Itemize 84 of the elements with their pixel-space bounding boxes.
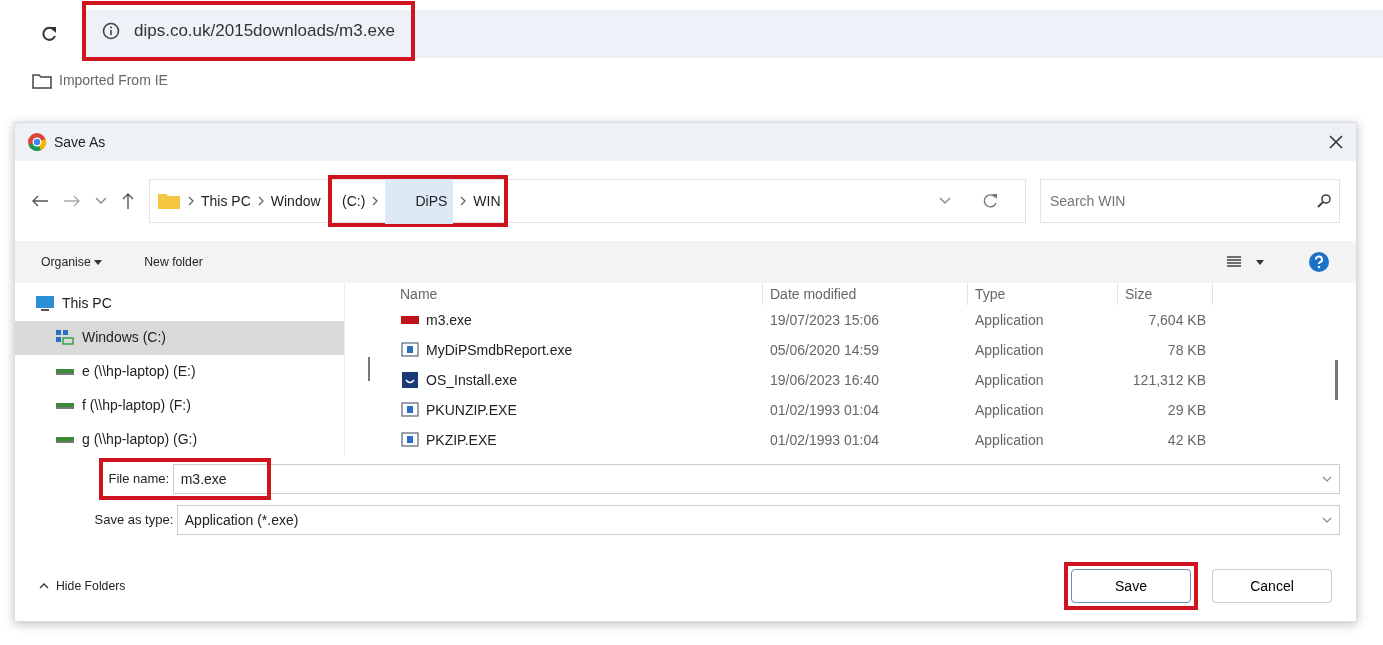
size-cell-text: 42 KB: [1166, 430, 1207, 450]
chevron-down-icon[interactable]: [1322, 476, 1332, 482]
dropdown-caret-icon: [94, 259, 103, 265]
breadcrumb-item[interactable]: This PC: [201, 190, 251, 212]
bookmark-folder[interactable]: Imported From IE: [32, 70, 168, 91]
save-as-type-field[interactable]: Application (*.exe): [176, 505, 1340, 535]
organise-menu[interactable]: Organise: [41, 252, 103, 272]
column-header[interactable]: Name: [393, 284, 763, 305]
network-drive-icon: [56, 402, 74, 409]
new-folder-button[interactable]: New folder: [144, 252, 203, 272]
file-name-field[interactable]: m3.exe: [172, 464, 1340, 494]
drive-icon: [55, 329, 75, 346]
column-header[interactable]: Size: [1118, 284, 1213, 305]
close-icon[interactable]: [1328, 134, 1344, 150]
forward-arrow-icon[interactable]: [63, 194, 81, 208]
reload-icon[interactable]: [40, 25, 58, 43]
size-cell-text: 7,604 KB: [1147, 310, 1207, 330]
chevron-down-icon[interactable]: [1322, 517, 1332, 523]
application-icon: [401, 401, 419, 419]
breadcrumb-item[interactable]: WIN: [473, 190, 501, 212]
date-cell-text: 01/02/1993 01:04: [769, 400, 880, 420]
search-icon: [1316, 193, 1332, 209]
chrome-logo-icon: [27, 132, 47, 152]
application-icon: [401, 431, 419, 449]
breadcrumb-item[interactable]: DiPS: [385, 178, 454, 224]
file-name-label: File name:: [107, 470, 171, 489]
type-cell-text: Application: [974, 400, 1045, 420]
installer-icon: [401, 371, 419, 389]
type-cell-text: Application: [974, 310, 1045, 330]
save-as-type-label: Save as type:: [93, 511, 175, 530]
hide-folders-button[interactable]: Hide Folders: [39, 576, 126, 596]
file-name-cell[interactable]: MyDiPSmdbReport.exe: [393, 339, 763, 361]
splitter-handle-icon[interactable]: [367, 357, 371, 381]
chevron-up-icon: [39, 583, 49, 589]
tree-item[interactable]: f (\\hp-laptop) (F:): [15, 388, 344, 423]
network-drive-icon: [56, 368, 74, 375]
column-header[interactable]: Type: [968, 284, 1118, 305]
folder-icon: [32, 72, 52, 89]
chevron-down-icon[interactable]: [95, 197, 107, 205]
refresh-icon[interactable]: [982, 193, 998, 209]
dropdown-caret-icon[interactable]: [1256, 259, 1264, 265]
breadcrumb-item[interactable]: (C:): [342, 190, 366, 212]
chevron-right-icon: [372, 196, 379, 206]
size-cell-text: 121,312 KB: [1131, 370, 1207, 390]
view-list-icon[interactable]: [1226, 255, 1242, 269]
column-header[interactable]: Date modified: [763, 284, 968, 305]
scrollbar-thumb-icon[interactable]: [1334, 360, 1338, 400]
file-name-cell[interactable]: m3.exe: [393, 309, 763, 331]
cancel-button[interactable]: Cancel: [1212, 569, 1332, 603]
monitor-icon: [35, 295, 55, 312]
date-cell-text: 19/07/2023 15:06: [769, 310, 880, 330]
size-cell-text: 29 KB: [1166, 400, 1207, 420]
tree-item[interactable]: This PC: [15, 286, 344, 321]
search-field[interactable]: Search WIN: [1040, 179, 1340, 223]
type-cell-text: Application: [974, 370, 1045, 390]
breadcrumb-item[interactable]: Window: [270, 190, 321, 212]
help-icon[interactable]: [1308, 251, 1330, 273]
file-name-cell[interactable]: OS_Install.exe: [393, 369, 763, 391]
address-bar[interactable]: dips.co.uk/2015downloads/m3.exe: [82, 1, 415, 61]
file-name-cell[interactable]: PKUNZIP.EXE: [393, 399, 763, 421]
size-cell-text: 78 KB: [1166, 340, 1207, 360]
dialog-title: Save As: [54, 132, 106, 152]
save-button[interactable]: Save: [1071, 569, 1191, 603]
chevron-right-icon: [257, 196, 264, 206]
executable-icon: [401, 316, 419, 324]
url-text: dips.co.uk/2015downloads/m3.exe: [134, 20, 395, 43]
info-icon: [102, 22, 120, 40]
tree-item[interactable]: g (\\hp-laptop) (G:): [15, 422, 344, 457]
chevron-down-icon[interactable]: [939, 197, 951, 205]
network-drive-icon: [56, 436, 74, 443]
tree-item[interactable]: Windows (C:): [15, 320, 344, 355]
date-cell-text: 01/02/1993 01:04: [769, 430, 880, 450]
up-arrow-icon[interactable]: [121, 192, 135, 210]
folder-icon: [157, 192, 181, 210]
back-arrow-icon[interactable]: [31, 194, 49, 208]
type-cell-text: Application: [974, 340, 1045, 360]
date-cell-text: 05/06/2020 14:59: [769, 340, 880, 360]
type-cell-text: Application: [974, 430, 1045, 450]
file-name-cell[interactable]: PKZIP.EXE: [393, 429, 763, 451]
application-icon: [401, 341, 419, 359]
date-cell-text: 19/06/2023 16:40: [769, 370, 880, 390]
chevron-right-icon: [188, 196, 194, 206]
tree-item[interactable]: e (\\hp-laptop) (E:): [15, 354, 344, 389]
chevron-right-icon: [460, 196, 467, 206]
